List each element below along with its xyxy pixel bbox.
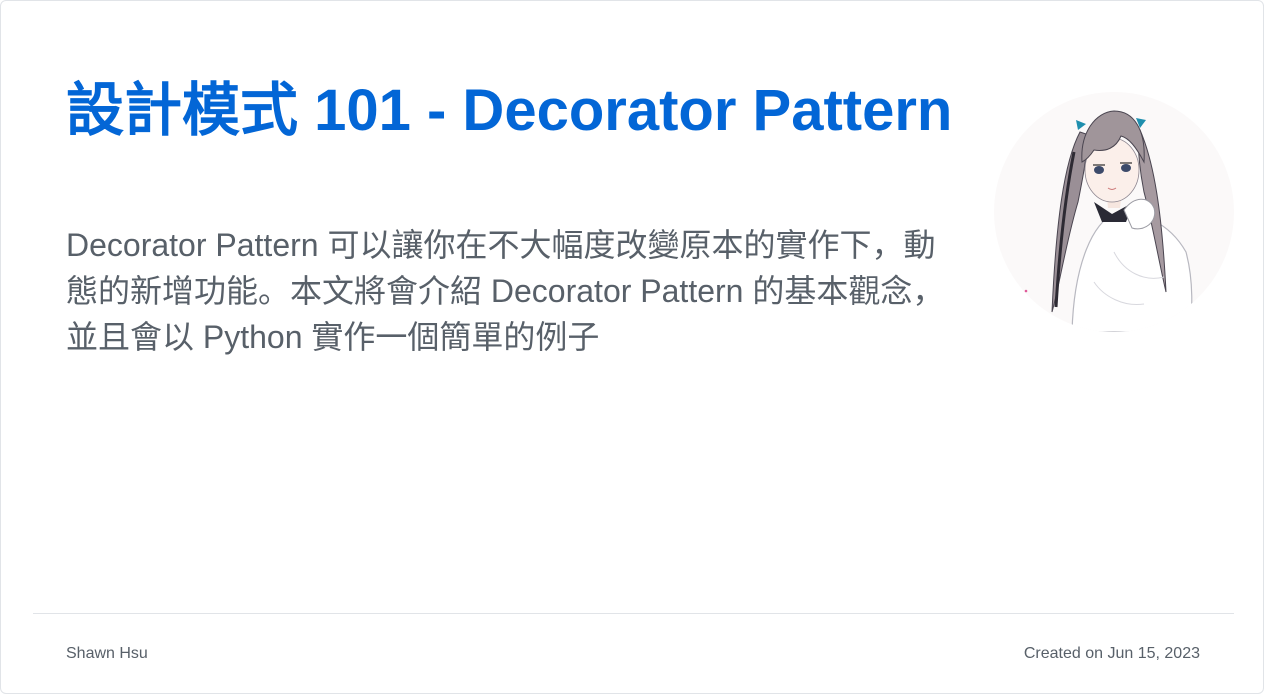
social-preview-card: 設計模式 101 - Decorator Pattern Decorator P… bbox=[0, 0, 1264, 694]
post-description: Decorator Pattern 可以讓你在不大幅度改變原本的實作下，動態的新… bbox=[66, 227, 945, 355]
footer-divider bbox=[33, 613, 1234, 614]
post-title: 設計模式 101 - Decorator Pattern bbox=[66, 78, 953, 143]
author-name: Shawn Hsu bbox=[66, 645, 148, 662]
created-date: Created on Jun 15, 2023 bbox=[1023, 645, 1200, 662]
anime-girl-avatar-icon bbox=[1024, 110, 1193, 332]
author-avatar bbox=[994, 92, 1234, 332]
